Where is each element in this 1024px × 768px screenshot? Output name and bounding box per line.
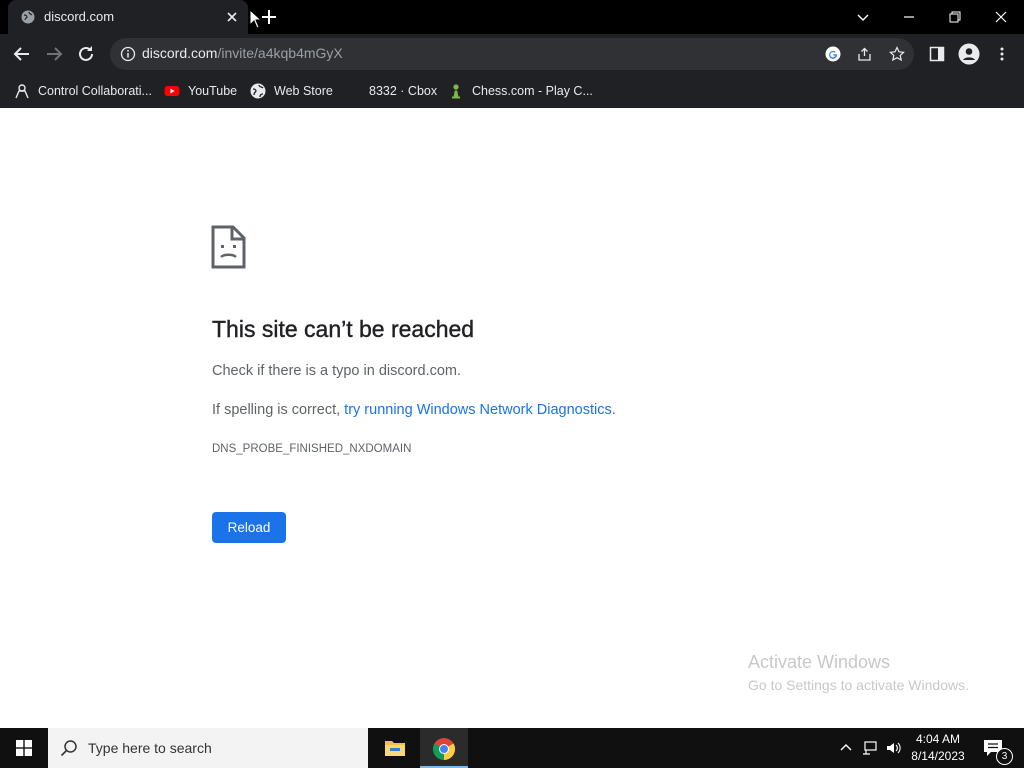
error-line2-prefix: If spelling is correct, [212, 402, 345, 418]
error-line2-suffix: . [611, 402, 616, 418]
profile-avatar-icon[interactable] [958, 43, 980, 65]
share-icon[interactable] [857, 46, 873, 62]
activate-windows-title: Activate Windows [748, 652, 891, 672]
bookmark-control-collaboration[interactable]: Control Collaborati... [14, 74, 152, 108]
error-suggestion-diagnostics: If spelling is correct, try running Wind… [212, 402, 616, 418]
error-suggestion-typo: Check if there is a typo in discord.com. [212, 363, 462, 379]
windows-logo-icon [16, 740, 32, 756]
youtube-icon [164, 86, 180, 96]
browser-toolbar: discord.com/invite/a4kqb4mGyX [0, 34, 1024, 74]
chrome-icon [433, 738, 455, 760]
bookmark-star-icon[interactable] [889, 46, 905, 62]
page-content: This site can’t be reached Check if ther… [0, 108, 1024, 728]
google-icon[interactable] [825, 46, 841, 62]
new-tab-button[interactable] [259, 7, 279, 27]
bookmark-label: YouTube [188, 84, 238, 98]
collab-icon [15, 84, 29, 99]
clock-time: 4:04 AM [915, 732, 961, 746]
activate-windows-subtitle: Go to Settings to activate Windows. [748, 677, 969, 693]
taskbar-file-explorer[interactable] [371, 728, 419, 768]
error-code: DNS_PROBE_FINISHED_NXDOMAIN [212, 443, 412, 455]
bookmark-cbox[interactable]: 8332 · Cbox [345, 74, 437, 108]
mouse-cursor-icon [249, 9, 261, 29]
site-info-icon[interactable] [120, 46, 136, 62]
file-explorer-icon [385, 741, 405, 756]
system-clock[interactable]: 4:04 AM 8/14/2023 [910, 731, 966, 765]
sad-file-icon [211, 225, 246, 269]
windows-taskbar: Type here to search 4:04 AM 8/14/2023 3 [0, 728, 1024, 768]
tab-discord[interactable]: discord.com [8, 0, 248, 34]
error-title: This site can’t be reached [212, 316, 475, 342]
close-window-button[interactable] [978, 0, 1024, 34]
forward-button[interactable] [42, 42, 66, 66]
chess-pawn-icon [452, 84, 460, 99]
url-path: /invite/a4kqb4mGyX [217, 45, 343, 61]
reload-button[interactable] [74, 42, 98, 66]
bookmark-web-store[interactable]: Web Store [250, 74, 333, 108]
notification-center-button[interactable]: 3 [972, 728, 1016, 768]
bookmark-label: Control Collaborati... [38, 84, 152, 98]
taskbar-search-box[interactable]: Type here to search [48, 728, 368, 768]
bookmark-chess[interactable]: Chess.com - Play C... [448, 74, 593, 108]
bookmarks-bar: Control Collaborati... YouTube Web Store… [0, 74, 1024, 108]
side-panel-icon[interactable] [929, 46, 945, 62]
webstore-icon [250, 83, 266, 99]
bookmark-label: 8332 · Cbox [369, 84, 438, 98]
bookmark-youtube[interactable]: YouTube [164, 74, 237, 108]
minimize-icon [904, 16, 914, 18]
url-host: discord.com [142, 45, 218, 61]
address-bar[interactable]: discord.com/invite/a4kqb4mGyX [110, 38, 914, 70]
tab-title: discord.com [44, 9, 115, 24]
network-icon[interactable] [862, 740, 878, 756]
chevron-down-icon [857, 14, 869, 21]
reload-page-button[interactable]: Reload [212, 512, 286, 543]
network-diagnostics-link[interactable]: try running Windows Network Diagnostics [344, 402, 612, 418]
title-bar: discord.com [0, 0, 1024, 34]
back-button[interactable] [10, 42, 34, 66]
restore-button[interactable] [932, 0, 978, 34]
show-hidden-icons-chevron-up-icon[interactable] [838, 740, 854, 756]
minimize-button[interactable] [886, 0, 932, 34]
bookmark-label: Web Store [274, 84, 333, 98]
bookmark-label: Chess.com - Play C... [472, 84, 593, 98]
tab-search-button[interactable] [840, 0, 886, 34]
volume-icon[interactable] [886, 740, 902, 756]
search-placeholder: Type here to search [88, 740, 212, 756]
globe-icon [21, 10, 35, 24]
start-button[interactable] [0, 728, 48, 768]
close-tab-icon[interactable] [224, 9, 240, 25]
kebab-menu-icon[interactable] [994, 46, 1010, 62]
clock-date: 8/14/2023 [911, 749, 965, 763]
restore-icon [949, 11, 961, 23]
search-icon [60, 740, 77, 757]
cbox-icon [345, 83, 361, 99]
taskbar-chrome[interactable] [420, 728, 468, 768]
close-icon [995, 11, 1007, 23]
notification-count-badge: 3 [996, 748, 1013, 765]
url-text[interactable]: discord.com/invite/a4kqb4mGyX [142, 45, 343, 61]
